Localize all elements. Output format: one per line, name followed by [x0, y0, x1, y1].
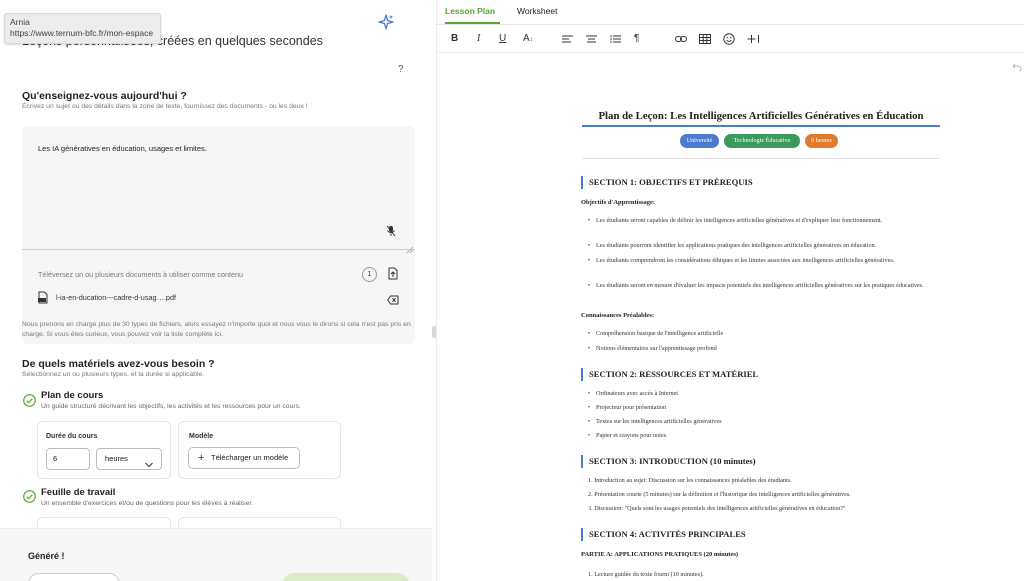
text-size-small-icon: ↕ — [529, 37, 533, 43]
materials-title: De quels matériels avez-vous besoin ? — [22, 358, 215, 370]
template-label: Modèle — [189, 433, 214, 440]
numbered-list-icon[interactable] — [610, 32, 621, 46]
list-item: Compréhension basique de l'intelligence … — [588, 329, 941, 339]
section-3-heading: SECTION 3: INTRODUCTION (10 minutes) — [581, 455, 756, 468]
objectives-heading: Objectifs d'Apprentissage: — [581, 199, 656, 206]
check-circle-icon[interactable] — [23, 490, 36, 503]
editor-toolbar: B I U A↕ ¶ — [437, 26, 1024, 72]
part-a-heading: PARTIE A: APPLICATIONS PRATIQUES (20 min… — [581, 551, 739, 558]
upload-file-icon[interactable] — [388, 267, 398, 280]
upload-hint: Téléversez un ou plusieurs documents à u… — [38, 270, 243, 279]
left-panel: ours Leçons personnalisées, créées en qu… — [0, 0, 432, 581]
badge-subject: Technologie Éducative — [724, 134, 800, 148]
link-icon[interactable] — [675, 32, 687, 46]
microphone-off-icon[interactable] — [386, 224, 396, 237]
sparkle-icon[interactable] — [377, 13, 395, 31]
pdf-icon — [38, 291, 48, 304]
option-lesson-plan-desc: Un guide structuré décrivant les objecti… — [41, 403, 301, 410]
toolbar-divider — [437, 52, 1024, 53]
upload-template-label: Télécharger un modèle — [211, 453, 289, 462]
table-icon[interactable] — [699, 32, 711, 46]
title-underline — [582, 125, 940, 127]
align-left-icon[interactable] — [562, 32, 573, 46]
tab-worksheet[interactable]: Worksheet — [517, 6, 557, 16]
list-item: Les étudiants pourront identifier les ap… — [588, 241, 941, 251]
topic-textarea[interactable]: Les IA génératives en éducation, usages … — [22, 126, 415, 254]
primary-button[interactable] — [283, 573, 409, 581]
secondary-button[interactable] — [28, 573, 120, 581]
emoji-icon[interactable] — [723, 32, 735, 46]
duration-input[interactable]: 6 — [46, 448, 90, 470]
remove-file-icon[interactable] — [387, 292, 399, 305]
template-card: Modèle + Télécharger un modèle — [178, 421, 341, 479]
section-4-heading: SECTION 4: ACTIVITÉS PRINCIPALES — [581, 528, 746, 541]
tabs-divider — [437, 24, 1024, 25]
underline-button[interactable]: U — [499, 32, 506, 46]
list-item: Les étudiants comprendront les considéra… — [588, 256, 941, 266]
generated-panel: Généré ! — [0, 528, 432, 581]
undo-icon[interactable] — [1012, 59, 1022, 72]
prerequisites-heading: Connaissances Préalables: — [581, 312, 655, 319]
question-subtitle: Écrivez un sujet ou des détails dans la … — [22, 103, 308, 110]
check-circle-icon[interactable] — [23, 394, 36, 407]
bold-button[interactable]: B — [451, 32, 458, 46]
list-item: 3. Discussion: "Quels sont les usages po… — [588, 505, 846, 512]
duration-unit-select[interactable]: heures — [96, 448, 162, 470]
help-icon[interactable]: ? — [398, 64, 404, 75]
italic-button[interactable]: I — [477, 32, 480, 46]
list-item: 2. Présentation courte (5 minutes) sur l… — [588, 491, 851, 498]
topic-text: Les IA génératives en éducation, usages … — [38, 144, 207, 153]
duration-card: Durée du cours 6 heures — [37, 421, 171, 479]
file-name: l-ia-en-ducation---cadre-d-usag….pdf — [56, 293, 177, 302]
list-item: 1. Introduction au sujet: Discussion sur… — [588, 477, 792, 484]
text-size-button[interactable]: A↕ — [523, 32, 533, 46]
tooltip-url: https://www.ternum-bfc.fr/mon-espace — [10, 28, 154, 38]
list-item: Papier et crayons pour notes — [588, 431, 941, 441]
materials-subtitle: Sélectionnez un ou plusieurs types, et l… — [22, 371, 205, 378]
generated-label: Généré ! — [28, 551, 65, 561]
text-size-label: A — [523, 33, 530, 44]
input-card: Les IA génératives en éducation, usages … — [22, 126, 415, 344]
url-tooltip: Arnia https://www.ternum-bfc.fr/mon-espa… — [4, 13, 162, 44]
upload-template-button[interactable]: + Télécharger un modèle — [188, 447, 300, 469]
tab-lesson-plan[interactable]: Lesson Plan — [445, 6, 495, 16]
option-lesson-plan[interactable]: Plan de cours — [41, 390, 103, 401]
list-item: Les étudiants seront en mesure d'évaluer… — [588, 281, 941, 291]
chevron-down-icon — [145, 456, 153, 468]
plus-icon: + — [198, 452, 205, 464]
document-title: Plan de Leçon: Les Intelligences Artific… — [598, 110, 924, 122]
list-item: 1. Lecture guidée du texte fourni (10 mi… — [588, 571, 704, 578]
duration-unit-value: heures — [105, 454, 128, 463]
list-item: Notions élémentaires sur l'apprentissage… — [588, 344, 941, 354]
section-2-heading: SECTION 2: RESSOURCES ET MATÉRIEL — [581, 368, 758, 381]
question-title: Qu'enseignez-vous aujourd'hui ? — [22, 90, 187, 102]
list-item: Les étudiants seront capables de définir… — [588, 216, 941, 226]
duration-label: Durée du cours — [46, 433, 98, 440]
insert-icon[interactable] — [747, 32, 760, 46]
paragraph-button[interactable]: ¶ — [634, 32, 639, 46]
option-worksheet[interactable]: Feuille de travail — [41, 487, 115, 498]
align-center-icon[interactable] — [586, 32, 597, 46]
section-1-heading: SECTION 1: OBJECTIFS ET PRÉREQUIS — [581, 176, 753, 189]
list-item: Textes sur les intelligences artificiell… — [588, 417, 941, 427]
tooltip-title: Arnia — [10, 17, 30, 27]
file-types-note: Nous prenons en charge plus de 30 types … — [22, 321, 411, 338]
badge-duration: 6 heures — [805, 134, 838, 148]
badge-level: Université — [680, 134, 719, 148]
list-item: Ordinateurs avec accès à Internet — [588, 389, 941, 399]
file-count-badge: 1 — [362, 267, 377, 282]
document-divider — [582, 158, 940, 159]
resize-handle-icon[interactable] — [406, 241, 414, 254]
uploaded-file-row: l-ia-en-ducation---cadre-d-usag….pdf — [38, 291, 399, 305]
list-item: Projecteur pour présentation — [588, 403, 941, 413]
option-worksheet-desc: Un ensemble d'exercices et/ou de questio… — [41, 500, 254, 507]
